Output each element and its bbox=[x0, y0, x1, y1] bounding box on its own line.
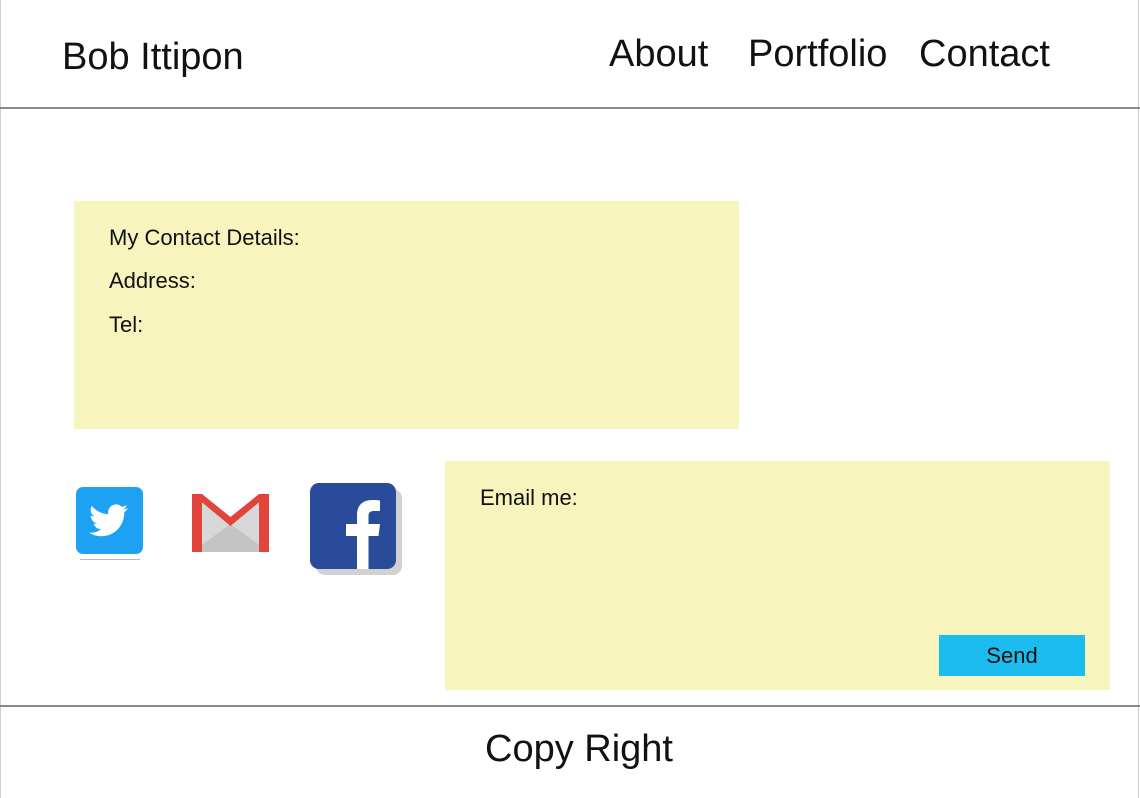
footer-divider bbox=[0, 705, 1140, 707]
twitter-icon[interactable] bbox=[76, 487, 143, 554]
nav-link-portfolio[interactable]: Portfolio bbox=[748, 31, 887, 77]
page-border-left bbox=[0, 0, 1, 798]
tel-label: Tel: bbox=[109, 312, 144, 337]
send-button[interactable]: Send bbox=[939, 635, 1085, 676]
address-label: Address: bbox=[109, 268, 196, 293]
contact-details-panel: My Contact Details: Address: Tel: bbox=[74, 201, 739, 429]
nav-link-contact[interactable]: Contact bbox=[919, 31, 1050, 77]
header-divider bbox=[0, 107, 1140, 109]
gmail-icon[interactable] bbox=[188, 490, 273, 554]
twitter-image-credit bbox=[80, 559, 140, 560]
contact-details-heading: My Contact Details: bbox=[109, 225, 300, 250]
site-title: Bob Ittipon bbox=[62, 36, 244, 78]
email-form-panel: Email me: Send bbox=[445, 461, 1110, 690]
page-border-right bbox=[1138, 0, 1139, 798]
nav-link-about[interactable]: About bbox=[609, 31, 708, 77]
email-me-label: Email me: bbox=[480, 485, 578, 510]
copyright-text: Copy Right bbox=[485, 728, 673, 770]
facebook-icon[interactable] bbox=[310, 483, 406, 575]
